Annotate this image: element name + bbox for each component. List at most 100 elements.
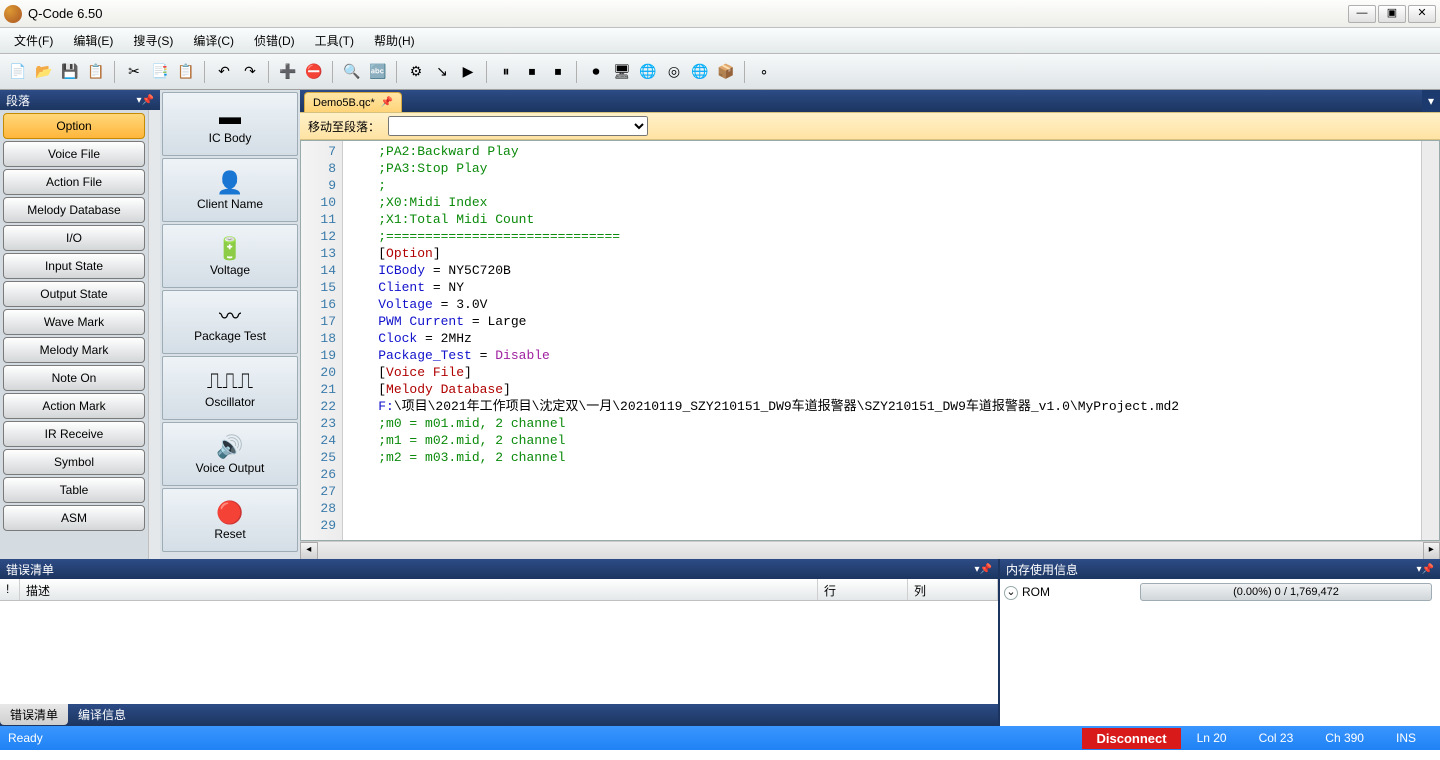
menu-f[interactable]: 文件(F) [4,28,63,53]
hscroll-right-arrow[interactable]: ▸ [1423,542,1440,560]
menu-d[interactable]: 侦错(D) [244,28,305,53]
option-reset[interactable]: 🔴Reset [162,488,298,552]
step-button[interactable]: ↘ [430,60,454,84]
code-line[interactable]: Voltage = 3.0V [347,296,1417,313]
section-ir-receive[interactable]: IR Receive [3,421,145,447]
code-line[interactable]: ;X0:Midi Index [347,194,1417,211]
menu-c[interactable]: 编译(C) [183,28,244,53]
menu-h[interactable]: 帮助(H) [364,28,425,53]
record-button[interactable]: ⏺ [584,60,608,84]
code-line[interactable]: [Option] [347,245,1417,262]
stop2-button[interactable]: ⏹ [546,60,570,84]
section-melody-database[interactable]: Melody Database [3,197,145,223]
code-line[interactable]: ;X1:Total Midi Count [347,211,1417,228]
tab-error-list[interactable]: 错误清单 [0,704,68,725]
code-line[interactable]: PWM Current = Large [347,313,1417,330]
pin-icon[interactable]: 📌 [980,564,992,575]
section-melody-mark[interactable]: Melody Mark [3,337,145,363]
pin-tab-icon[interactable]: 📌 [381,97,393,108]
section-wave-mark[interactable]: Wave Mark [3,309,145,335]
find-button[interactable]: 🔍 [340,60,364,84]
vsep-button[interactable]: ∘ [752,60,776,84]
error-col-desc[interactable]: 描述 [20,579,818,600]
copy-button[interactable]: 📑 [148,60,172,84]
code-line[interactable]: ICBody = NY5C720B [347,262,1417,279]
section-option[interactable]: Option [3,113,145,139]
rom-expand-toggle[interactable]: ⌄ [1002,584,1020,600]
pin-icon[interactable]: 📌 [1422,564,1434,575]
code-line[interactable]: ;PA3:Stop Play [347,160,1417,177]
option-client-name[interactable]: 👤Client Name [162,158,298,222]
code-line[interactable]: [Melody Database] [347,381,1417,398]
redo-button[interactable]: ↷ [238,60,262,84]
code-line[interactable]: ;m1 = m02.mid, 2 channel [347,432,1417,449]
menu-s[interactable]: 搜寻(S) [123,28,183,53]
new-file-button[interactable]: 📄 [6,60,30,84]
code-line[interactable]: ;m0 = m01.mid, 2 channel [347,415,1417,432]
section-table[interactable]: Table [3,477,145,503]
sidebar-scrollbar[interactable] [148,110,160,559]
menu-t[interactable]: 工具(T) [305,28,364,53]
code-line[interactable]: ;m2 = m03.mid, 2 channel [347,449,1417,466]
add-mark-button[interactable]: ➕ [276,60,300,84]
option-voice-output[interactable]: 🔊Voice Output [162,422,298,486]
paste-button[interactable]: 📋 [174,60,198,84]
qc-button[interactable]: ◎ [662,60,686,84]
code-line[interactable]: ;PA2:Backward Play [347,143,1417,160]
error-col-col[interactable]: 列 [908,579,998,600]
status-disconnect[interactable]: Disconnect [1082,728,1180,749]
code-line[interactable]: ; [347,177,1417,194]
minimize-button[interactable]: ― [1348,5,1376,23]
tab-compile-info[interactable]: 编译信息 [68,704,136,725]
section-voice-file[interactable]: Voice File [3,141,145,167]
save-button[interactable]: 💾 [58,60,82,84]
editor-vscroll[interactable] [1421,141,1439,540]
code-line[interactable]: Client = NY [347,279,1417,296]
hscroll-left-arrow[interactable]: ◂ [300,542,318,560]
close-button[interactable]: ✕ [1408,5,1436,23]
remove-mark-button[interactable]: ⛔ [302,60,326,84]
section-note-on[interactable]: Note On [3,365,145,391]
play-button[interactable]: ▶ [456,60,480,84]
section-symbol[interactable]: Symbol [3,449,145,475]
code-line[interactable]: F:\项目\2021年工作项目\沈定双\一月\20210119_SZY21015… [347,398,1417,415]
section-action-file[interactable]: Action File [3,169,145,195]
editor-menu-icon[interactable]: ▾ [1422,94,1440,108]
editor-hscroll[interactable]: ◂ ▸ [300,541,1440,559]
section-output-state[interactable]: Output State [3,281,145,307]
toolbar-separator [576,61,578,83]
code-content[interactable]: ;PA2:Backward Play ;PA3:Stop Play ; ;X0:… [343,141,1421,540]
globe-button[interactable]: 🌐 [636,60,660,84]
chip-button[interactable]: 🖥 [610,60,634,84]
editor-tab-demo5b[interactable]: Demo5B.qc* 📌 [304,92,402,112]
option-ic-body[interactable]: ▬IC Body [162,92,298,156]
jump-select[interactable] [388,116,648,136]
undo-button[interactable]: ↶ [212,60,236,84]
section-input-state[interactable]: Input State [3,253,145,279]
option-package-test[interactable]: 〰Package Test [162,290,298,354]
pause-button[interactable]: ⏸ [494,60,518,84]
net-button[interactable]: 🌐 [688,60,712,84]
pin-icon[interactable]: 📌 [142,95,154,106]
code-line[interactable]: Package_Test = Disable [347,347,1417,364]
code-line[interactable]: Clock = 2MHz [347,330,1417,347]
cut-button[interactable]: ✂ [122,60,146,84]
stop-button[interactable]: ⏹ [520,60,544,84]
save-all-button[interactable]: 📋 [84,60,108,84]
build-button[interactable]: ⚙ [404,60,428,84]
option-voltage[interactable]: 🔋Voltage [162,224,298,288]
section-action-mark[interactable]: Action Mark [3,393,145,419]
menu-e[interactable]: 编辑(E) [63,28,123,53]
error-col-mark[interactable]: ! [0,579,20,600]
sort-button[interactable]: 🔤 [366,60,390,84]
option-oscillator[interactable]: ⎍⎍⎍Oscillator [162,356,298,420]
maximize-button[interactable]: ▣ [1378,5,1406,23]
code-editor[interactable]: 7891011121314151617181920212223242526272… [300,140,1440,541]
code-line[interactable]: [Voice File] [347,364,1417,381]
section-asm[interactable]: ASM [3,505,145,531]
error-col-line[interactable]: 行 [818,579,908,600]
section-i/o[interactable]: I/O [3,225,145,251]
pkg-button[interactable]: 📦 [714,60,738,84]
open-file-button[interactable]: 📂 [32,60,56,84]
code-line[interactable]: ;============================== [347,228,1417,245]
